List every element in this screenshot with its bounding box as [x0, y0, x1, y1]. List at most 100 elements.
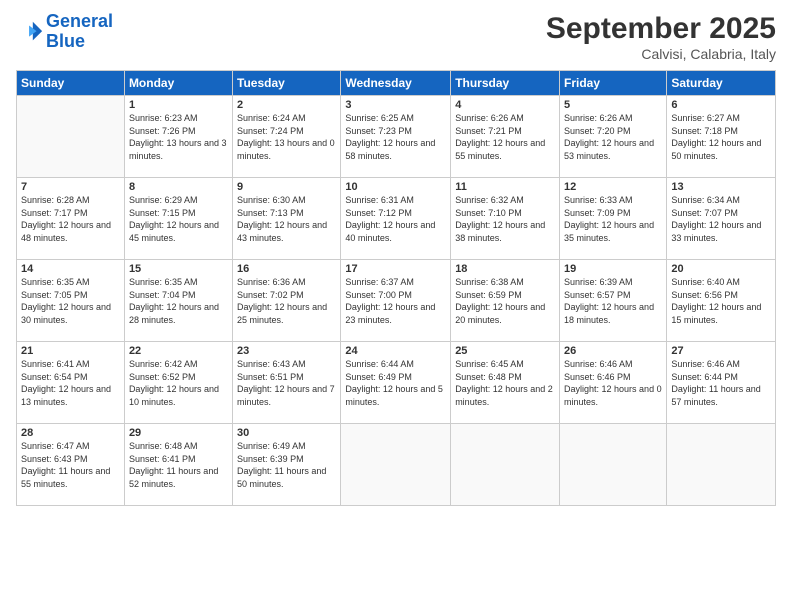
- day-info: Sunrise: 6:46 AMSunset: 6:44 PMDaylight:…: [671, 358, 771, 408]
- calendar-cell: 28 Sunrise: 6:47 AMSunset: 6:43 PMDaylig…: [17, 424, 125, 506]
- calendar-cell: 22 Sunrise: 6:42 AMSunset: 6:52 PMDaylig…: [124, 342, 232, 424]
- day-number: 13: [671, 181, 771, 193]
- calendar-cell: 9 Sunrise: 6:30 AMSunset: 7:13 PMDayligh…: [233, 178, 341, 260]
- day-info: Sunrise: 6:46 AMSunset: 6:46 PMDaylight:…: [564, 358, 662, 408]
- calendar-cell: 15 Sunrise: 6:35 AMSunset: 7:04 PMDaylig…: [124, 260, 232, 342]
- header-sunday: Sunday: [17, 71, 125, 96]
- calendar-cell: 4 Sunrise: 6:26 AMSunset: 7:21 PMDayligh…: [451, 96, 560, 178]
- calendar-cell: 13 Sunrise: 6:34 AMSunset: 7:07 PMDaylig…: [667, 178, 776, 260]
- day-info: Sunrise: 6:41 AMSunset: 6:54 PMDaylight:…: [21, 358, 120, 408]
- logo-line1: General: [46, 11, 113, 31]
- calendar-cell: 14 Sunrise: 6:35 AMSunset: 7:05 PMDaylig…: [17, 260, 125, 342]
- header-saturday: Saturday: [667, 71, 776, 96]
- logo-text: General Blue: [46, 12, 113, 52]
- day-number: 29: [129, 427, 228, 439]
- day-info: Sunrise: 6:26 AMSunset: 7:20 PMDaylight:…: [564, 112, 662, 162]
- day-number: 27: [671, 345, 771, 357]
- day-info: Sunrise: 6:47 AMSunset: 6:43 PMDaylight:…: [21, 440, 120, 490]
- calendar-cell: 24 Sunrise: 6:44 AMSunset: 6:49 PMDaylig…: [341, 342, 451, 424]
- calendar: Sunday Monday Tuesday Wednesday Thursday…: [16, 70, 776, 506]
- calendar-cell: 23 Sunrise: 6:43 AMSunset: 6:51 PMDaylig…: [233, 342, 341, 424]
- day-number: 8: [129, 181, 228, 193]
- header-tuesday: Tuesday: [233, 71, 341, 96]
- day-info: Sunrise: 6:45 AMSunset: 6:48 PMDaylight:…: [455, 358, 555, 408]
- day-info: Sunrise: 6:25 AMSunset: 7:23 PMDaylight:…: [345, 112, 446, 162]
- day-number: 19: [564, 263, 662, 275]
- header-wednesday: Wednesday: [341, 71, 451, 96]
- calendar-cell: 8 Sunrise: 6:29 AMSunset: 7:15 PMDayligh…: [124, 178, 232, 260]
- day-info: Sunrise: 6:29 AMSunset: 7:15 PMDaylight:…: [129, 194, 228, 244]
- day-info: Sunrise: 6:31 AMSunset: 7:12 PMDaylight:…: [345, 194, 446, 244]
- calendar-cell: 27 Sunrise: 6:46 AMSunset: 6:44 PMDaylig…: [667, 342, 776, 424]
- day-info: Sunrise: 6:34 AMSunset: 7:07 PMDaylight:…: [671, 194, 771, 244]
- day-info: Sunrise: 6:42 AMSunset: 6:52 PMDaylight:…: [129, 358, 228, 408]
- page: General Blue September 2025 Calvisi, Cal…: [0, 0, 792, 612]
- day-info: Sunrise: 6:23 AMSunset: 7:26 PMDaylight:…: [129, 112, 228, 162]
- day-number: 14: [21, 263, 120, 275]
- title-block: September 2025 Calvisi, Calabria, Italy: [546, 12, 776, 62]
- day-number: 15: [129, 263, 228, 275]
- day-number: 3: [345, 99, 446, 111]
- day-number: 7: [21, 181, 120, 193]
- weekday-header-row: Sunday Monday Tuesday Wednesday Thursday…: [17, 71, 776, 96]
- calendar-cell: 19 Sunrise: 6:39 AMSunset: 6:57 PMDaylig…: [560, 260, 667, 342]
- day-info: Sunrise: 6:33 AMSunset: 7:09 PMDaylight:…: [564, 194, 662, 244]
- day-info: Sunrise: 6:38 AMSunset: 6:59 PMDaylight:…: [455, 276, 555, 326]
- calendar-week-row: 7 Sunrise: 6:28 AMSunset: 7:17 PMDayligh…: [17, 178, 776, 260]
- day-info: Sunrise: 6:32 AMSunset: 7:10 PMDaylight:…: [455, 194, 555, 244]
- day-number: 22: [129, 345, 228, 357]
- day-number: 9: [237, 181, 336, 193]
- header-monday: Monday: [124, 71, 232, 96]
- day-number: 30: [237, 427, 336, 439]
- header: General Blue September 2025 Calvisi, Cal…: [16, 12, 776, 62]
- day-number: 23: [237, 345, 336, 357]
- calendar-cell: [451, 424, 560, 506]
- day-info: Sunrise: 6:48 AMSunset: 6:41 PMDaylight:…: [129, 440, 228, 490]
- logo-icon: [16, 18, 44, 46]
- day-number: 16: [237, 263, 336, 275]
- day-info: Sunrise: 6:40 AMSunset: 6:56 PMDaylight:…: [671, 276, 771, 326]
- day-number: 12: [564, 181, 662, 193]
- day-info: Sunrise: 6:43 AMSunset: 6:51 PMDaylight:…: [237, 358, 336, 408]
- day-number: 11: [455, 181, 555, 193]
- day-number: 1: [129, 99, 228, 111]
- calendar-cell: [560, 424, 667, 506]
- day-number: 24: [345, 345, 446, 357]
- calendar-cell: 3 Sunrise: 6:25 AMSunset: 7:23 PMDayligh…: [341, 96, 451, 178]
- day-info: Sunrise: 6:35 AMSunset: 7:04 PMDaylight:…: [129, 276, 228, 326]
- calendar-cell: 11 Sunrise: 6:32 AMSunset: 7:10 PMDaylig…: [451, 178, 560, 260]
- calendar-cell: [341, 424, 451, 506]
- day-info: Sunrise: 6:27 AMSunset: 7:18 PMDaylight:…: [671, 112, 771, 162]
- day-info: Sunrise: 6:36 AMSunset: 7:02 PMDaylight:…: [237, 276, 336, 326]
- calendar-cell: 25 Sunrise: 6:45 AMSunset: 6:48 PMDaylig…: [451, 342, 560, 424]
- day-number: 21: [21, 345, 120, 357]
- calendar-week-row: 1 Sunrise: 6:23 AMSunset: 7:26 PMDayligh…: [17, 96, 776, 178]
- calendar-cell: 20 Sunrise: 6:40 AMSunset: 6:56 PMDaylig…: [667, 260, 776, 342]
- day-info: Sunrise: 6:37 AMSunset: 7:00 PMDaylight:…: [345, 276, 446, 326]
- day-info: Sunrise: 6:26 AMSunset: 7:21 PMDaylight:…: [455, 112, 555, 162]
- day-number: 20: [671, 263, 771, 275]
- day-info: Sunrise: 6:30 AMSunset: 7:13 PMDaylight:…: [237, 194, 336, 244]
- calendar-cell: 21 Sunrise: 6:41 AMSunset: 6:54 PMDaylig…: [17, 342, 125, 424]
- calendar-cell: 2 Sunrise: 6:24 AMSunset: 7:24 PMDayligh…: [233, 96, 341, 178]
- day-number: 18: [455, 263, 555, 275]
- calendar-week-row: 14 Sunrise: 6:35 AMSunset: 7:05 PMDaylig…: [17, 260, 776, 342]
- day-number: 2: [237, 99, 336, 111]
- location-title: Calvisi, Calabria, Italy: [546, 46, 776, 62]
- day-number: 6: [671, 99, 771, 111]
- day-info: Sunrise: 6:39 AMSunset: 6:57 PMDaylight:…: [564, 276, 662, 326]
- calendar-cell: 16 Sunrise: 6:36 AMSunset: 7:02 PMDaylig…: [233, 260, 341, 342]
- day-number: 10: [345, 181, 446, 193]
- day-number: 28: [21, 427, 120, 439]
- calendar-cell: 30 Sunrise: 6:49 AMSunset: 6:39 PMDaylig…: [233, 424, 341, 506]
- header-friday: Friday: [560, 71, 667, 96]
- calendar-week-row: 28 Sunrise: 6:47 AMSunset: 6:43 PMDaylig…: [17, 424, 776, 506]
- calendar-cell: 10 Sunrise: 6:31 AMSunset: 7:12 PMDaylig…: [341, 178, 451, 260]
- day-info: Sunrise: 6:24 AMSunset: 7:24 PMDaylight:…: [237, 112, 336, 162]
- calendar-cell: [667, 424, 776, 506]
- calendar-cell: 26 Sunrise: 6:46 AMSunset: 6:46 PMDaylig…: [560, 342, 667, 424]
- day-info: Sunrise: 6:35 AMSunset: 7:05 PMDaylight:…: [21, 276, 120, 326]
- calendar-cell: [17, 96, 125, 178]
- day-number: 26: [564, 345, 662, 357]
- calendar-cell: 7 Sunrise: 6:28 AMSunset: 7:17 PMDayligh…: [17, 178, 125, 260]
